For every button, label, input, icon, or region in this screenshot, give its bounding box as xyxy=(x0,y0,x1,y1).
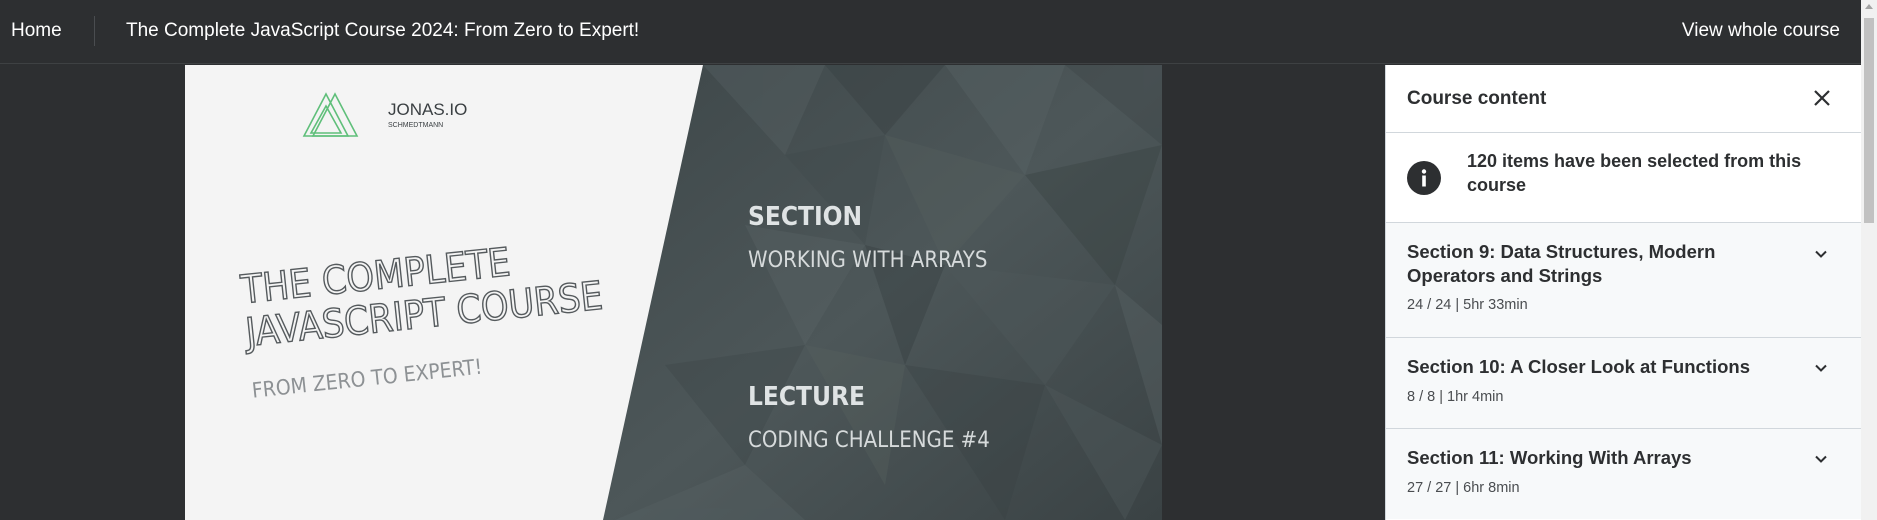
panel-header: Course content xyxy=(1386,65,1861,133)
lecture-slide: JONAS.IO SCHMEDTMANN THE COMPLETE JAVASC… xyxy=(185,65,1162,520)
scrollbar-thumb[interactable] xyxy=(1864,18,1874,223)
logo-name: JONAS.IO xyxy=(388,100,467,119)
section-meta: 27 / 27 | 6hr 8min xyxy=(1407,480,1520,496)
section-title: Section 10: A Closer Look at Functions xyxy=(1407,356,1750,377)
chevron-down-icon[interactable] xyxy=(1813,246,1829,262)
lecture-heading: LECTURE xyxy=(748,382,865,412)
course-title: The Complete JavaScript Course 2024: Fro… xyxy=(126,20,640,41)
info-icon xyxy=(1407,161,1441,195)
selection-info: 120 items have been selected from this c… xyxy=(1386,133,1861,223)
scroll-up-arrow-icon[interactable] xyxy=(1865,4,1873,9)
lecture-name: CODING CHALLENGE #4 xyxy=(748,428,990,453)
section-item-10[interactable]: Section 10: A Closer Look at Functions 8… xyxy=(1386,338,1861,429)
section-item-9[interactable]: Section 9: Data Structures, Modern Opera… xyxy=(1386,223,1861,338)
section-title-line1: Section 9: Data Structures, Modern xyxy=(1407,241,1716,262)
video-stage[interactable]: JONAS.IO SCHMEDTMANN THE COMPLETE JAVASC… xyxy=(0,65,1385,520)
top-bar: Home The Complete JavaScript Course 2024… xyxy=(0,0,1877,64)
section-title-line2: Operators and Strings xyxy=(1407,265,1603,286)
section-item-11[interactable]: Section 11: Working With Arrays 27 / 27 … xyxy=(1386,429,1861,519)
home-link[interactable]: Home xyxy=(11,0,62,64)
slide-graphic: JONAS.IO SCHMEDTMANN THE COMPLETE JAVASC… xyxy=(185,65,1162,520)
section-heading: SECTION xyxy=(748,202,862,232)
chevron-down-icon[interactable] xyxy=(1813,451,1829,467)
divider xyxy=(94,16,95,46)
section-name: WORKING WITH ARRAYS xyxy=(748,248,987,273)
panel-title: Course content xyxy=(1407,88,1547,109)
logo-subtitle: SCHMEDTMANN xyxy=(388,122,443,129)
section-title: Section 9: Data Structures, Modern Opera… xyxy=(1407,240,1777,288)
close-icon[interactable] xyxy=(1811,87,1833,109)
section-meta: 8 / 8 | 1hr 4min xyxy=(1407,389,1504,405)
section-meta: 24 / 24 | 5hr 33min xyxy=(1407,297,1528,313)
section-title: Section 11: Working With Arrays xyxy=(1407,447,1692,468)
view-whole-course-link[interactable]: View whole course xyxy=(1682,0,1840,64)
chevron-down-icon[interactable] xyxy=(1813,360,1829,376)
selection-message: 120 items have been selected from this c… xyxy=(1467,151,1802,195)
page-scrollbar[interactable] xyxy=(1861,0,1877,520)
course-content-panel: Course content 120 items have been selec… xyxy=(1385,65,1861,520)
